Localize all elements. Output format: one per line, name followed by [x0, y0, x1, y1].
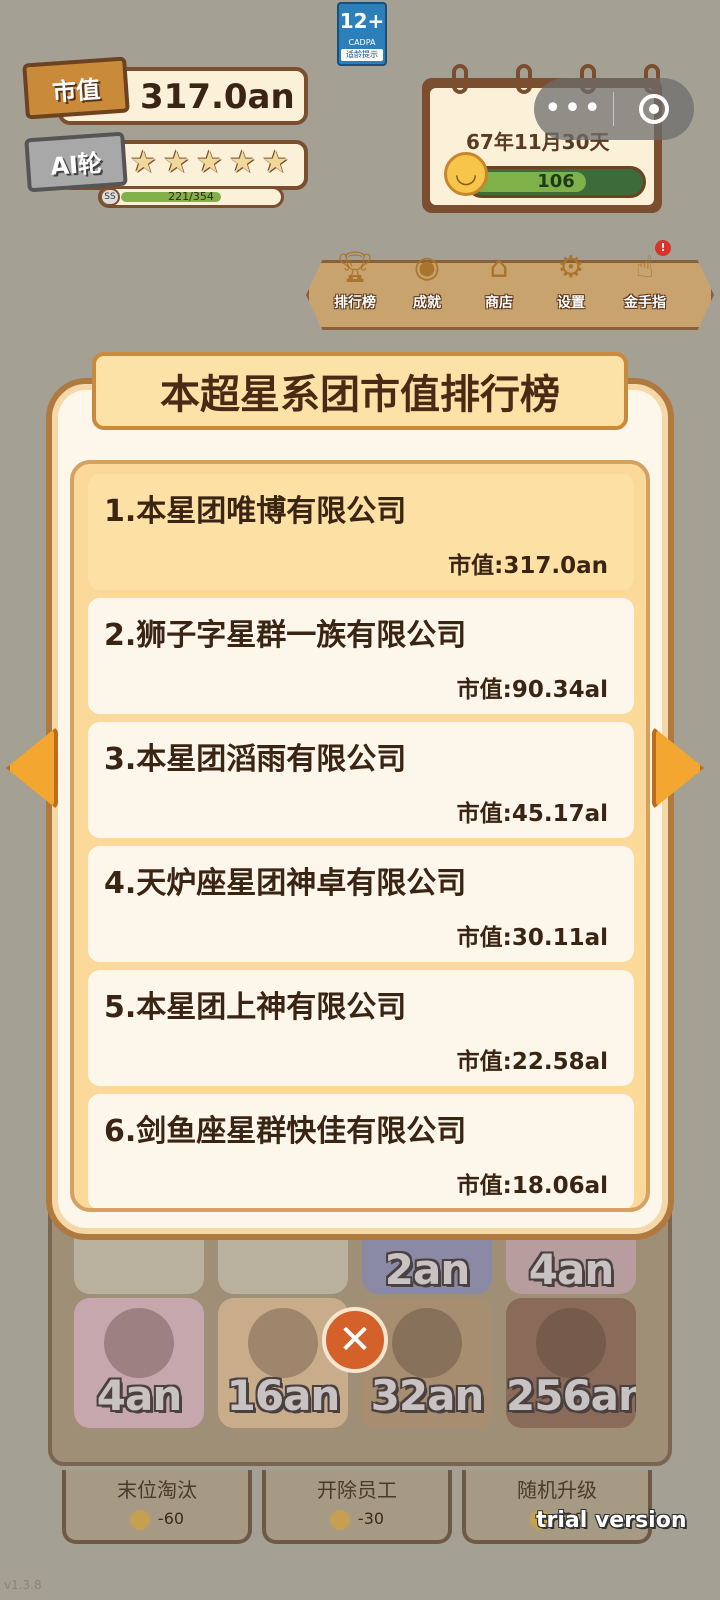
xp-progress-text: 221/354: [168, 190, 214, 203]
leaderboard-row: 2.狮子字星群一族有限公司 市值:90.34al: [88, 598, 634, 714]
market-value-tag-label: 市值: [51, 74, 102, 107]
leaderboard-list[interactable]: 1.本星团唯博有限公司 市值:317.0an 2.狮子字星群一族有限公司 市值:…: [70, 460, 650, 1212]
menu-item-label: 成就: [413, 295, 441, 311]
board-slot-cat[interactable]: 256an: [506, 1298, 636, 1428]
company-name: 6.剑鱼座星群快佳有限公司: [104, 1114, 467, 1149]
cat-avatar: [536, 1308, 606, 1378]
market-value-tag: 市值: [22, 56, 130, 120]
eliminate-last-button[interactable]: 末位淘汰 -60: [62, 1470, 252, 1544]
board-slot-cat[interactable]: 4an: [74, 1298, 204, 1428]
more-menu-icon[interactable]: •••: [534, 78, 613, 140]
star-icon: ★: [130, 145, 157, 180]
company-name: 3.本星团滔雨有限公司: [104, 742, 407, 777]
shop-icon: ⌂: [489, 249, 509, 285]
ai-rank-tag: AI轮: [24, 131, 128, 193]
leaderboard-row: 1.本星团唯博有限公司 市值:317.0an: [88, 474, 634, 590]
cat-level: 256an: [506, 1371, 636, 1420]
star-icon: ★: [163, 145, 190, 180]
leaderboard-row: 3.本星团滔雨有限公司 市值:45.17al: [88, 722, 634, 838]
menu-item-cheat[interactable]: ☝ 金手指: [610, 244, 680, 312]
menu-item-label: 商店: [485, 295, 513, 311]
leaderboard-row: 6.剑鱼座星群快佳有限公司 市值:18.06al: [88, 1094, 634, 1208]
target-icon: [638, 94, 669, 124]
action-label: 随机升级: [517, 1478, 597, 1502]
cat-avatar: [104, 1308, 174, 1378]
age-rating-badge: 12+ CADPA 适龄提示: [337, 2, 387, 66]
cat-avatar: [392, 1308, 462, 1378]
company-name: 4.天炉座星团神卓有限公司: [104, 866, 467, 901]
cat-level: 2an: [384, 1245, 470, 1294]
menu-item-shop[interactable]: ⌂ 商店: [464, 244, 534, 312]
company-name: 1.本星团唯博有限公司: [104, 494, 407, 529]
company-value: 市值:22.58al: [456, 1049, 608, 1075]
star-icon: ★: [229, 145, 256, 180]
menu-item-leaderboard[interactable]: 🏆︎ 排行榜: [320, 244, 390, 312]
smiley-icon: ◡: [444, 152, 488, 196]
xp-progress-bar: SS 221/354: [98, 186, 284, 208]
cat-level: 32an: [370, 1371, 485, 1420]
leaderboard-row: 5.本星团上神有限公司 市值:22.58al: [88, 970, 634, 1086]
board-slot-cat[interactable]: 32an: [362, 1298, 492, 1428]
leaderboard-title: 本超星系团市值排行榜: [92, 352, 628, 430]
cat-level: 4an: [528, 1245, 614, 1294]
company-value: 市值:45.17al: [456, 801, 608, 827]
company-value: 市值:18.06al: [456, 1173, 608, 1199]
cat-avatar: [248, 1308, 318, 1378]
cat-level: 4an: [96, 1371, 182, 1420]
close-icon: ✕: [338, 1317, 372, 1363]
star-icon: ★: [262, 145, 289, 180]
trophy-icon: 🏆︎: [335, 249, 375, 285]
star-icon: ★: [196, 145, 223, 180]
company-value: 市值:30.11al: [456, 925, 608, 951]
age-rating-text: 12+: [339, 9, 385, 33]
age-rating-org: CADPA: [348, 38, 376, 47]
menu-item-label: 金手指: [624, 295, 666, 311]
close-modal-button[interactable]: ✕: [322, 1307, 388, 1373]
notification-dot: !: [655, 240, 671, 256]
medal-icon: ◉: [413, 249, 441, 285]
board-slot-cat[interactable]: 16an: [218, 1298, 348, 1428]
company-name: 2.狮子字星群一族有限公司: [104, 618, 467, 653]
fire-employee-button[interactable]: 开除员工 -30: [262, 1470, 452, 1544]
ai-rank-tag-label: AI轮: [49, 148, 103, 181]
gear-icon: ⚙: [557, 249, 585, 285]
market-value-text: 317.0an: [140, 77, 295, 117]
close-miniprogram-button[interactable]: [614, 94, 693, 124]
company-value: 市值:90.34al: [456, 677, 608, 703]
mood-value: 106: [537, 171, 575, 192]
company-value: 市值:317.0an: [448, 553, 608, 579]
menu-item-label: 排行榜: [334, 295, 376, 311]
mood-bar: 106: [466, 166, 646, 198]
star-rating: ★ ★ ★ ★ ★: [130, 148, 292, 178]
previous-page-arrow[interactable]: [6, 726, 58, 810]
leaderboard-title-text: 本超星系团市值排行榜: [160, 372, 560, 418]
action-label: 末位淘汰: [117, 1478, 197, 1502]
leaderboard-row: 4.天炉座星团神卓有限公司 市值:30.11al: [88, 846, 634, 962]
action-label: 开除员工: [317, 1478, 397, 1502]
ring-icon: [516, 64, 532, 94]
menu-item-settings[interactable]: ⚙ 设置: [536, 244, 606, 312]
ring-icon: [452, 64, 468, 94]
menu-item-label: 设置: [557, 295, 585, 311]
trial-watermark: trial version: [536, 1508, 687, 1533]
next-page-arrow[interactable]: [652, 726, 704, 810]
smiley-icon: [129, 1509, 150, 1530]
menu-item-achievements[interactable]: ◉ 成就: [392, 244, 462, 312]
action-cost: -30: [357, 1509, 385, 1528]
company-name: 5.本星团上神有限公司: [104, 990, 407, 1025]
action-cost: -60: [157, 1509, 185, 1528]
miniprogram-capsule: •••: [534, 78, 694, 140]
cat-level: 16an: [226, 1371, 341, 1420]
version-label: v1.3.8: [4, 1578, 42, 1592]
smiley-icon: [329, 1509, 350, 1530]
age-rating-note: 适龄提示: [341, 49, 383, 61]
